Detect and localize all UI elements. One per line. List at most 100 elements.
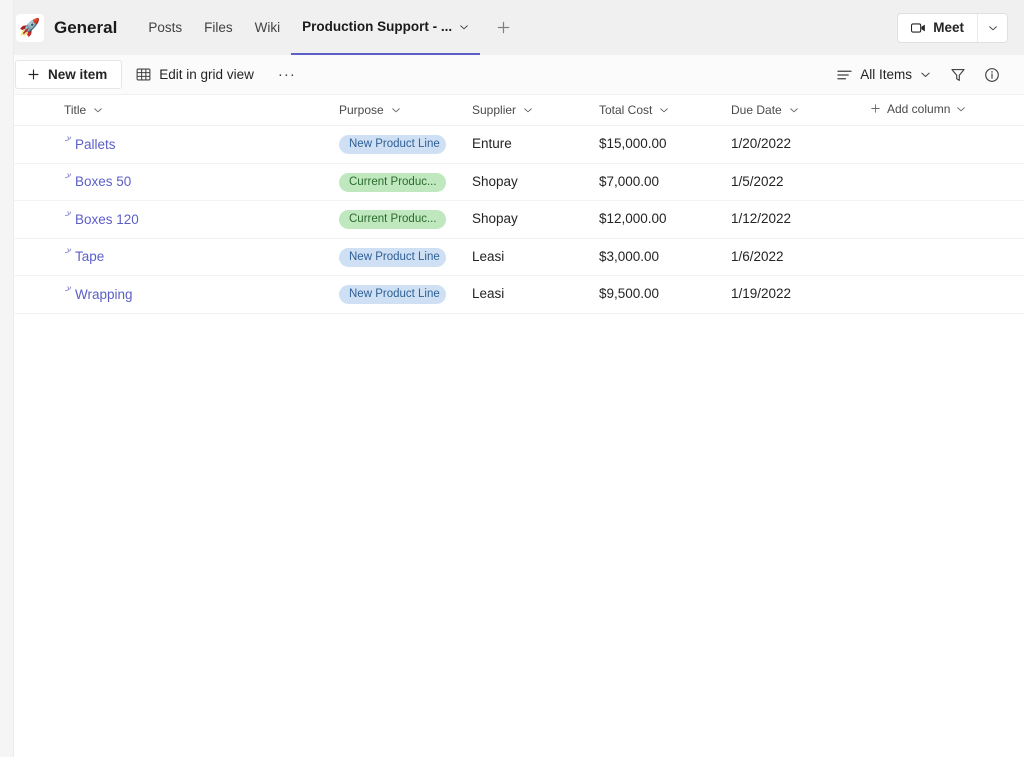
- meet-button[interactable]: Meet: [898, 14, 977, 42]
- tab-posts[interactable]: Posts: [137, 0, 193, 55]
- meet-dropdown-button[interactable]: [977, 13, 1007, 42]
- plus-icon: [27, 68, 40, 81]
- header-actions: Meet: [897, 12, 1008, 43]
- new-item-sparkle-icon: [64, 172, 75, 183]
- column-header-total-cost[interactable]: Total Cost: [599, 103, 731, 117]
- chevron-down-icon: [920, 69, 931, 80]
- item-total-cost: $9,500.00: [599, 286, 660, 302]
- item-title-text: Boxes 50: [75, 174, 132, 190]
- item-due-date: 1/5/2022: [731, 173, 784, 189]
- item-supplier: Shopay: [472, 211, 518, 227]
- new-item-sparkle-icon: [64, 247, 75, 258]
- edit-in-grid-view-label: Edit in grid view: [159, 67, 254, 82]
- item-total-cost: $12,000.00: [599, 211, 667, 227]
- more-options-button[interactable]: ···: [268, 60, 306, 89]
- filter-button[interactable]: [942, 60, 974, 89]
- list-icon: [837, 69, 852, 81]
- column-header-purpose-label: Purpose: [339, 103, 384, 117]
- new-item-sparkle-icon: [64, 135, 75, 146]
- item-due-date: 1/19/2022: [731, 286, 792, 302]
- left-rail-strip: [0, 0, 14, 757]
- item-total-cost: $7,000.00: [599, 173, 660, 189]
- item-due-date: 1/20/2022: [731, 136, 792, 152]
- column-header-supplier[interactable]: Supplier: [472, 103, 599, 117]
- item-supplier: Leasi: [472, 248, 505, 264]
- status-badge: New Product Line: [339, 247, 446, 267]
- info-icon: [984, 67, 1000, 83]
- tab-production-support-label: Production Support - ...: [302, 19, 453, 34]
- item-title-link[interactable]: Tape: [64, 247, 105, 265]
- tab-files-label: Files: [204, 20, 233, 35]
- toolbar-left-group: New item Edit in grid view ···: [14, 60, 306, 89]
- list-header-row: Title Purpose Supplier Total Cost Due Da…: [14, 95, 1024, 126]
- video-camera-icon: [911, 22, 926, 34]
- chevron-down-icon: [391, 105, 401, 115]
- column-header-supplier-label: Supplier: [472, 103, 517, 117]
- item-supplier: Enture: [472, 136, 512, 152]
- view-selector[interactable]: All Items: [828, 60, 940, 89]
- item-due-date: 1/6/2022: [731, 248, 784, 264]
- chevron-down-icon: [659, 105, 669, 115]
- table-row[interactable]: Boxes 120 Current Produc... Shopay $12,0…: [14, 201, 1024, 239]
- item-total-cost: $3,000.00: [599, 248, 660, 264]
- item-title-link[interactable]: Boxes 120: [64, 210, 139, 227]
- channel-header: 🚀 General Posts Files Wiki Production Su…: [14, 0, 1024, 55]
- command-toolbar: New item Edit in grid view ··· All Items: [14, 55, 1024, 95]
- chevron-down-icon[interactable]: [459, 22, 469, 32]
- new-item-sparkle-icon: [64, 210, 75, 221]
- channel-page: 🚀 General Posts Files Wiki Production Su…: [14, 0, 1024, 757]
- item-supplier: Leasi: [472, 286, 505, 302]
- chevron-down-icon: [956, 104, 966, 114]
- item-title-link[interactable]: Pallets: [64, 135, 116, 152]
- rocket-icon: 🚀: [16, 13, 44, 42]
- grid-icon: [136, 67, 151, 82]
- status-badge: Current Produc...: [339, 172, 446, 192]
- item-due-date: 1/12/2022: [731, 211, 792, 227]
- page-title: General: [54, 17, 118, 37]
- tab-wiki-label: Wiki: [254, 20, 281, 35]
- plus-icon: [870, 103, 881, 114]
- item-title-text: Tape: [75, 249, 105, 265]
- table-row[interactable]: Wrapping New Product Line Leasi $9,500.0…: [14, 276, 1024, 314]
- column-header-due-date[interactable]: Due Date: [731, 103, 870, 117]
- column-header-title[interactable]: Title: [64, 103, 103, 117]
- tab-posts-label: Posts: [148, 20, 183, 35]
- column-header-title-label: Title: [64, 103, 87, 117]
- item-title-link[interactable]: Boxes 50: [64, 172, 132, 190]
- tab-production-support[interactable]: Production Support - ...: [291, 0, 481, 55]
- info-button[interactable]: [976, 60, 1008, 89]
- new-item-button[interactable]: New item: [15, 60, 123, 89]
- column-header-total-cost-label: Total Cost: [599, 103, 653, 117]
- status-badge: Current Produc...: [339, 210, 446, 230]
- table-row[interactable]: Pallets New Product Line Enture $15,000.…: [14, 126, 1024, 164]
- new-item-label: New item: [48, 67, 108, 82]
- tab-wiki[interactable]: Wiki: [244, 0, 292, 55]
- chevron-down-icon: [93, 105, 103, 115]
- item-title-text: Wrapping: [75, 286, 133, 302]
- add-column-button[interactable]: Add column: [870, 102, 966, 116]
- table-row[interactable]: Tape New Product Line Leasi $3,000.00 1/…: [14, 239, 1024, 276]
- filter-icon: [950, 67, 966, 83]
- column-header-purpose[interactable]: Purpose: [339, 103, 472, 117]
- add-column-label: Add column: [887, 101, 951, 116]
- table-row[interactable]: Boxes 50 Current Produc... Shopay $7,000…: [14, 164, 1024, 201]
- column-header-due-date-label: Due Date: [731, 103, 782, 117]
- new-item-sparkle-icon: [64, 285, 75, 296]
- status-badge: New Product Line: [339, 135, 446, 155]
- item-title-text: Boxes 120: [75, 211, 139, 227]
- channel-tabs: Posts Files Wiki Production Support - ..…: [137, 0, 518, 55]
- tab-files[interactable]: Files: [193, 0, 244, 55]
- chevron-down-icon: [523, 105, 533, 115]
- item-title-text: Pallets: [75, 136, 116, 152]
- toolbar-right-group: All Items: [828, 60, 1008, 89]
- chevron-down-icon: [789, 105, 799, 115]
- edit-in-grid-view-button[interactable]: Edit in grid view: [126, 60, 264, 89]
- item-title-link[interactable]: Wrapping: [64, 285, 133, 302]
- status-badge: New Product Line: [339, 285, 446, 305]
- add-tab-button[interactable]: [488, 13, 518, 43]
- meet-button-label: Meet: [933, 20, 964, 35]
- items-list: Title Purpose Supplier Total Cost Due Da…: [14, 95, 1024, 314]
- item-total-cost: $15,000.00: [599, 136, 667, 152]
- item-supplier: Shopay: [472, 173, 518, 189]
- rocket-glyph: 🚀: [19, 18, 41, 37]
